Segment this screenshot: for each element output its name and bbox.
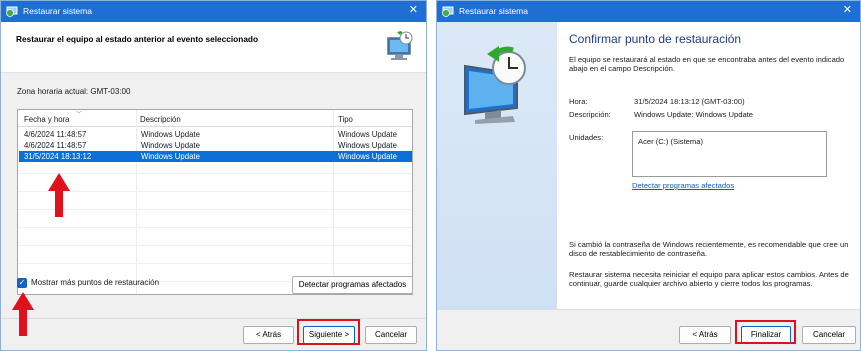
highlight-next-button xyxy=(297,319,360,345)
wizard-main-panel: Confirmar punto de restauración El equip… xyxy=(557,22,860,331)
show-more-checkbox[interactable]: ✓ xyxy=(17,278,27,288)
description-value: Windows Update: Windows Update xyxy=(634,110,754,119)
row-date: 4/6/2024 11:48:57 xyxy=(24,141,87,150)
time-value: 31/5/2024 18:13:12 (GMT-03:00) xyxy=(634,97,745,106)
show-more-label[interactable]: Mostrar más puntos de restauración xyxy=(31,278,159,287)
grid-line xyxy=(18,173,412,174)
intro-text: El equipo se restaurará al estado en que… xyxy=(569,55,845,74)
window-title: Restaurar sistema xyxy=(459,6,528,16)
red-arrow-up-icon xyxy=(48,173,70,217)
description-label: Descripción: xyxy=(569,110,611,119)
window-title: Restaurar sistema xyxy=(23,6,92,16)
row-description: Windows Update xyxy=(141,141,200,150)
row-type: Windows Update xyxy=(338,130,397,139)
drives-list[interactable]: Acer (C:) (Sistema) xyxy=(632,131,827,177)
close-icon[interactable]: ✕ xyxy=(409,4,418,17)
table-row-selected[interactable]: 31/5/2024 18:13:12 Windows Update Window… xyxy=(19,151,412,162)
grid-line xyxy=(18,245,412,246)
cancel-button[interactable]: Cancelar xyxy=(802,326,856,344)
highlight-finish-button xyxy=(735,320,796,344)
restore-points-table[interactable]: Fecha y hora ﹀ Descripción Tipo 4/6/2024… xyxy=(17,109,413,295)
grid-line xyxy=(18,209,412,210)
sort-caret-icon: ﹀ xyxy=(76,112,83,118)
grid-line xyxy=(18,227,412,228)
grid-line xyxy=(18,191,412,192)
checkmark-icon: ✓ xyxy=(18,278,26,287)
page-heading: Restaurar el equipo al estado anterior a… xyxy=(16,34,259,44)
detect-programs-button[interactable]: Detectar programas afectados xyxy=(292,276,413,294)
restore-monitor-clock-icon xyxy=(387,31,413,60)
title-bar: Restaurar sistema ✕ xyxy=(437,1,860,22)
grid-line xyxy=(18,263,412,264)
drives-label: Unidades: xyxy=(569,133,604,142)
row-type: Windows Update xyxy=(338,141,397,150)
wizard-side-panel xyxy=(437,22,557,331)
red-arrow-up-icon xyxy=(12,292,34,336)
restore-wizard-confirm-window: Restaurar sistema ✕ Confirmar punto de r… xyxy=(436,0,861,351)
row-description: Windows Update xyxy=(141,130,200,139)
restore-app-icon xyxy=(442,6,454,17)
cancel-button[interactable]: Cancelar xyxy=(365,326,417,344)
row-type: Windows Update xyxy=(338,152,397,161)
column-header-date[interactable]: Fecha y hora xyxy=(24,115,70,124)
table-row[interactable]: 4/6/2024 11:48:57 Windows Update Windows… xyxy=(19,129,412,140)
wizard-footer: < Atrás Siguiente > Cancelar xyxy=(1,318,426,350)
column-header-type[interactable]: Tipo xyxy=(338,115,353,124)
restore-app-icon xyxy=(6,6,18,17)
timezone-label: Zona horaria actual: GMT-03:00 xyxy=(17,87,131,96)
restore-monitor-clock-icon xyxy=(464,46,526,124)
restart-note: Restaurar sistema necesita reiniciar el … xyxy=(569,270,849,289)
table-row[interactable]: 4/6/2024 11:48:57 Windows Update Windows… xyxy=(19,140,412,151)
back-button[interactable]: < Atrás xyxy=(243,326,294,344)
drive-item[interactable]: Acer (C:) (Sistema) xyxy=(638,137,703,146)
back-button[interactable]: < Atrás xyxy=(679,326,731,344)
title-bar: Restaurar sistema ✕ xyxy=(1,1,426,22)
page-heading: Confirmar punto de restauración xyxy=(569,32,742,46)
time-label: Hora: xyxy=(569,97,588,106)
wizard-footer: < Atrás Finalizar Cancelar xyxy=(437,309,860,350)
column-header-description[interactable]: Descripción xyxy=(140,115,181,124)
wizard-header: Restaurar el equipo al estado anterior a… xyxy=(1,22,426,73)
row-date: 31/5/2024 18:13:12 xyxy=(24,152,92,161)
table-header: Fecha y hora ﹀ Descripción Tipo xyxy=(18,110,412,127)
row-date: 4/6/2024 11:48:57 xyxy=(24,130,87,139)
detect-programs-link[interactable]: Detectar programas afectados xyxy=(632,181,734,190)
close-icon[interactable]: ✕ xyxy=(843,4,852,17)
password-note: Si cambió la contraseña de Windows recie… xyxy=(569,240,849,259)
row-description: Windows Update xyxy=(141,152,200,161)
restore-wizard-select-window: Restaurar sistema ✕ Restaurar el equipo … xyxy=(0,0,427,351)
